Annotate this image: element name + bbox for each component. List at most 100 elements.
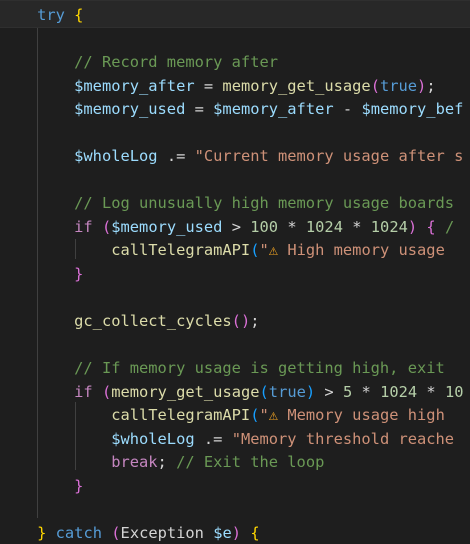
code-line[interactable]: gc_collect_cycles(); xyxy=(0,310,464,334)
code-token: ; xyxy=(250,312,260,331)
code-token: ; xyxy=(426,76,436,95)
code-token: $memory_bef xyxy=(361,100,464,119)
code-lines[interactable]: try { // Record memory after $memory_aft… xyxy=(0,4,464,544)
code-token: $wholeLog xyxy=(74,147,158,166)
code-token: catch xyxy=(55,524,102,543)
code-token: = xyxy=(185,100,214,119)
code-token: > xyxy=(222,217,251,236)
code-line[interactable]: if (memory_get_usage(true) > 5 * 1024 * … xyxy=(0,381,464,405)
code-line[interactable]: break; // Exit the loop xyxy=(0,451,464,475)
warning-icon: ⚠ xyxy=(268,241,279,260)
code-token: $memory_used xyxy=(74,100,186,119)
code-line[interactable]: $wholeLog .= "Current memory usage after… xyxy=(0,145,464,169)
code-line[interactable]: try { xyxy=(0,4,464,28)
code-line[interactable]: $memory_after = memory_get_usage(true); xyxy=(0,75,464,99)
code-token: $wholeLog xyxy=(111,429,195,448)
code-line[interactable] xyxy=(0,287,464,311)
code-token: = xyxy=(194,76,223,95)
code-token: true xyxy=(268,382,306,401)
code-token: * xyxy=(278,217,306,236)
code-token: " xyxy=(259,241,269,260)
code-line[interactable] xyxy=(0,122,464,146)
code-token: 100 xyxy=(250,217,279,236)
code-token: 5 xyxy=(342,382,353,401)
code-token: // Log unusually high memory usage board… xyxy=(74,194,455,213)
code-token: ) xyxy=(407,217,418,236)
code-token: ) xyxy=(231,524,242,543)
code-token: try xyxy=(37,6,65,24)
code-token: if xyxy=(74,217,93,236)
code-line[interactable]: $memory_used = $memory_after - $memory_b… xyxy=(0,98,464,122)
code-token: break xyxy=(111,453,158,472)
code-line[interactable]: } xyxy=(0,263,464,287)
code-token: - xyxy=(333,100,362,119)
code-token: } xyxy=(74,265,84,284)
code-line[interactable] xyxy=(0,334,464,358)
code-line[interactable]: // Record memory after xyxy=(0,51,464,75)
code-token: { xyxy=(426,217,436,236)
code-token: } xyxy=(74,476,84,495)
code-line[interactable]: if ($memory_used > 100 * 1024 * 1024) { … xyxy=(0,216,464,240)
code-token: callTelegramAPI xyxy=(111,406,251,425)
code-token: ( xyxy=(101,382,112,401)
code-token: callTelegramAPI xyxy=(111,241,251,260)
code-line[interactable]: callTelegramAPI("⚠ Memory usage high xyxy=(0,404,464,428)
code-line[interactable]: } xyxy=(0,475,464,499)
code-token: ( xyxy=(111,524,121,543)
code-line[interactable]: // If memory usage is getting high, exit xyxy=(0,357,464,381)
code-token: $memory_after xyxy=(74,76,195,95)
code-token: 1024 xyxy=(370,217,408,236)
code-token: ; xyxy=(157,453,177,472)
code-token: memory_get_usage xyxy=(222,76,371,95)
code-token: * xyxy=(417,382,445,401)
code-editor[interactable]: try { // Record memory after $memory_aft… xyxy=(0,0,470,544)
code-token: / xyxy=(435,217,455,236)
code-token: $e xyxy=(213,524,232,543)
code-line[interactable] xyxy=(0,28,464,52)
code-token: " xyxy=(259,406,269,425)
code-token: gc_collect_cycles xyxy=(74,312,232,331)
code-token: true xyxy=(379,76,418,95)
code-line[interactable]: // Log unusually high memory usage board… xyxy=(0,192,464,216)
code-token: // If memory usage is getting high, exit xyxy=(74,359,445,378)
code-token: // Exit the loop xyxy=(176,453,325,472)
code-token: * xyxy=(342,217,371,236)
code-token: "Current memory usage after s xyxy=(194,147,464,166)
code-token: memory_get_usage xyxy=(111,382,260,401)
code-token: Memory usage high xyxy=(278,406,445,425)
code-token: { xyxy=(74,6,84,24)
code-line[interactable]: } catch (Exception $e) { xyxy=(0,522,464,544)
code-line[interactable] xyxy=(0,498,464,522)
code-line[interactable]: $wholeLog .= "Memory threshold reache xyxy=(0,428,464,452)
code-token: .= xyxy=(194,429,232,448)
code-token: Exception xyxy=(120,524,204,543)
warning-icon: ⚠ xyxy=(268,406,279,425)
code-token: "Memory threshold reache xyxy=(231,429,455,448)
code-token: if xyxy=(74,382,93,401)
code-line[interactable]: callTelegramAPI("⚠ High memory usage xyxy=(0,239,464,263)
code-token: // Record memory after xyxy=(74,53,278,72)
code-token: 1024 xyxy=(380,382,418,401)
code-line[interactable] xyxy=(0,169,464,193)
code-token: $memory_used xyxy=(111,217,223,236)
code-token: 10 xyxy=(444,382,464,401)
